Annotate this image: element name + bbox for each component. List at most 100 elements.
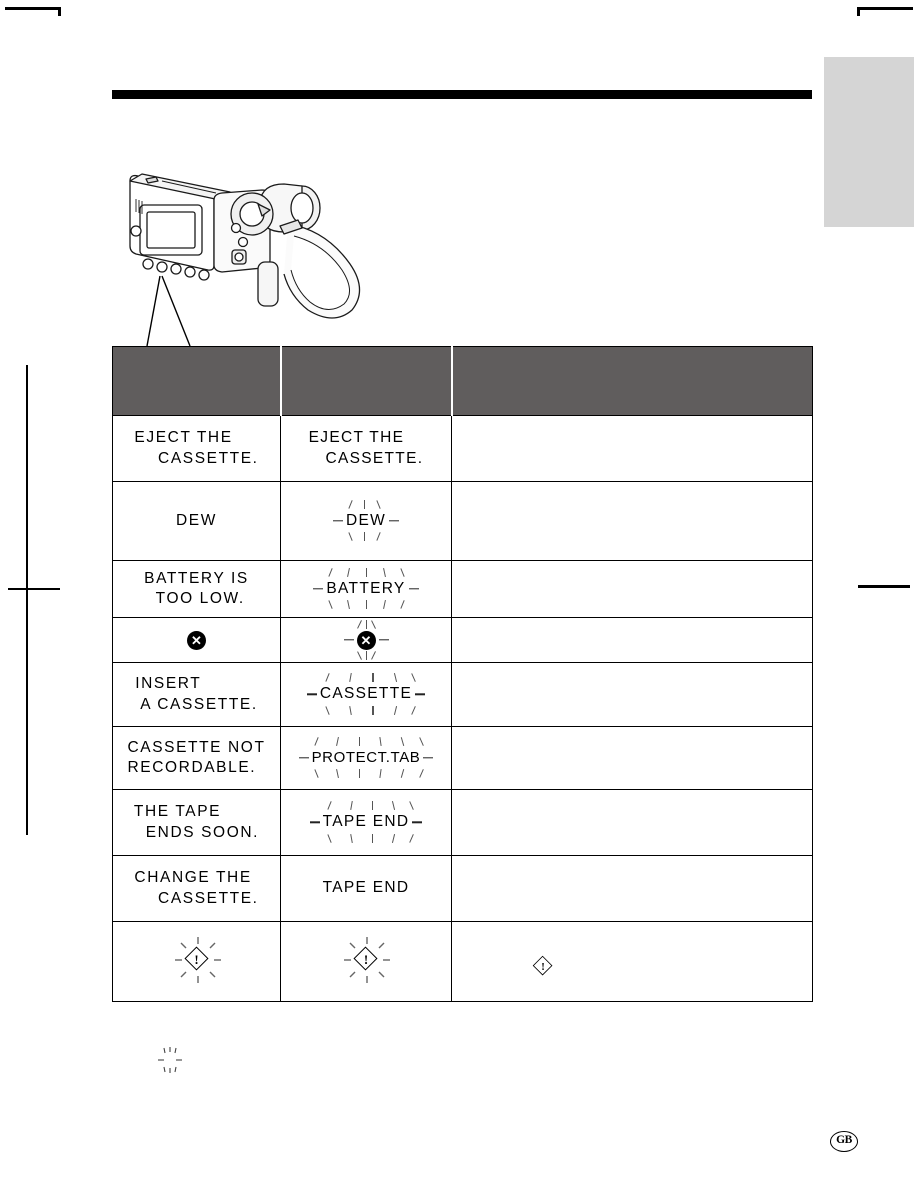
blink-rays-bottom (352, 650, 381, 661)
cell-lcd-display: DEW (112, 481, 281, 561)
cell-viewfinder-display: DEW (280, 481, 452, 561)
table-row: CHANGE THE CASSETTE. TAPE END (112, 855, 813, 922)
cell-viewfinder-display: CASSETTE (280, 662, 452, 727)
header-cell-meaning (450, 346, 813, 416)
table-row: CASSETTE NOT RECORDABLE. PROTECT.TAB (112, 726, 813, 790)
viewfinder-message-text: PROTECT.TAB (311, 749, 421, 767)
cell-meaning (451, 855, 813, 922)
crop-mark-top-left (5, 7, 61, 10)
viewfinder-message-text: EJECT THE CASSETTE. (308, 429, 424, 467)
header-cell-viewfinder-display (279, 346, 452, 416)
cell-lcd-display: CHANGE THE CASSETTE. (112, 855, 281, 922)
viewfinder-message-text: TAPE END (322, 813, 410, 831)
table-row: ! ! ! (112, 921, 813, 1002)
blink-rays-top (341, 499, 391, 510)
table-row: EJECT THE CASSETTE. EJECT THE CASSETTE. (112, 415, 813, 482)
blinking-indicator: ✕ (343, 619, 389, 660)
blink-rays-top (307, 737, 426, 747)
blink-rays-top (315, 673, 417, 683)
blink-dash-right (412, 821, 423, 824)
lcd-message-text: INSERT A CASSETTE. (135, 675, 258, 713)
crop-mark-top-right (857, 7, 913, 10)
section-rule (112, 90, 812, 99)
registration-line-left (26, 365, 28, 835)
circled-x-icon: ✕ (356, 630, 376, 650)
blink-rays-bottom (321, 600, 410, 610)
cell-lcd-display: BATTERY IS TOO LOW. (112, 560, 281, 618)
lcd-message-text: DEW (176, 511, 217, 529)
viewfinder-message-text: CASSETTE (319, 685, 413, 703)
blinking-indicator: ! (344, 937, 390, 986)
blink-dash-left (309, 821, 320, 824)
blinking-indicator: ! (174, 937, 221, 986)
warning-diamond-icon: ! (532, 955, 553, 976)
blink-dash-left (343, 639, 354, 641)
warning-diamond-icon: ! (353, 946, 379, 972)
viewfinder-message-text: BATTERY (326, 579, 406, 597)
cell-lcd-display: CASSETTE NOT RECORDABLE. (112, 726, 281, 790)
blink-dash-right (408, 588, 419, 590)
blink-dash-right (378, 639, 389, 641)
cell-meaning (451, 481, 813, 561)
blink-rays-bottom (318, 833, 415, 844)
cell-meaning: ! (451, 921, 813, 1002)
blink-dash-right (389, 520, 400, 522)
lcd-message-text: THE TAPE ENDS SOON. (133, 803, 260, 841)
cell-viewfinder-display: EJECT THE CASSETTE. (280, 415, 452, 482)
lcd-message-text: CHANGE THE CASSETTE. (134, 869, 259, 907)
table-row: THE TAPE ENDS SOON. TAPE END (112, 789, 813, 856)
cell-meaning (451, 662, 813, 727)
cell-lcd-display: ! (112, 921, 281, 1002)
blinking-indicator: BATTERY (313, 567, 419, 610)
lcd-message-text: BATTERY IS TOO LOW. (144, 569, 249, 607)
cell-viewfinder-display: ! (280, 921, 452, 1002)
viewfinder-message-text: TAPE END (322, 879, 410, 897)
table-row: INSERT A CASSETTE. CASSETTE (112, 662, 813, 727)
blink-dash-left (306, 693, 317, 696)
blink-dash-right (415, 693, 426, 696)
circled-x-icon: ✕ (187, 630, 206, 650)
chapter-side-tab (824, 57, 914, 227)
manual-page: EJECT THE CASSETTE. EJECT THE CASSETTE. … (0, 0, 918, 1188)
blinking-indicator: DEW (332, 499, 400, 542)
cell-viewfinder-display: PROTECT.TAB (280, 726, 452, 790)
crop-mark-top-left-vertical (58, 7, 61, 16)
blink-dash-left (332, 520, 343, 522)
header-cell-lcd-display (112, 346, 281, 416)
blink-rays-top (318, 801, 415, 811)
cell-viewfinder-display: TAPE END (280, 789, 452, 856)
cell-meaning (451, 789, 813, 856)
blink-dash-left (313, 588, 324, 590)
blink-rays-bottom (307, 768, 426, 779)
warning-diamond-icon: ! (183, 946, 210, 972)
blinking-indicator: TAPE END (309, 801, 423, 843)
cell-meaning (451, 560, 813, 618)
cell-lcd-display: THE TAPE ENDS SOON. (112, 789, 281, 856)
cell-viewfinder-display: ✕ (280, 617, 452, 663)
cell-viewfinder-display: BATTERY (280, 560, 452, 618)
registration-tick-left (8, 588, 60, 590)
crop-mark-top-right-vertical (857, 7, 860, 16)
lcd-message-text: CASSETTE NOT RECORDABLE. (127, 738, 266, 776)
cell-meaning (451, 726, 813, 790)
table-row: BATTERY IS TOO LOW. BATTERY (112, 560, 813, 618)
cell-lcd-display: ✕ (112, 617, 281, 663)
cell-lcd-display: EJECT THE CASSETTE. (112, 415, 281, 482)
blink-rays-bottom (315, 705, 417, 716)
cell-meaning (451, 415, 813, 482)
footnote-blink-symbol (150, 1046, 190, 1074)
blink-rays-bottom (341, 532, 391, 542)
blinking-indicator: PROTECT.TAB (298, 737, 434, 778)
cell-lcd-display: INSERT A CASSETTE. (112, 662, 281, 727)
lcd-message-text: EJECT THE CASSETTE. (134, 429, 259, 467)
blink-dash-left (298, 757, 309, 759)
blink-rays-top (321, 567, 410, 578)
cell-meaning (451, 617, 813, 663)
cell-viewfinder-display: TAPE END (280, 855, 452, 922)
table-header-row (112, 346, 813, 416)
table-row: ✕ ✕ (112, 617, 813, 663)
blink-rays-top (352, 619, 381, 630)
warning-display-table: EJECT THE CASSETTE. EJECT THE CASSETTE. … (112, 346, 813, 1002)
registration-tick-right (858, 585, 910, 588)
blinking-indicator: CASSETTE (306, 673, 426, 715)
